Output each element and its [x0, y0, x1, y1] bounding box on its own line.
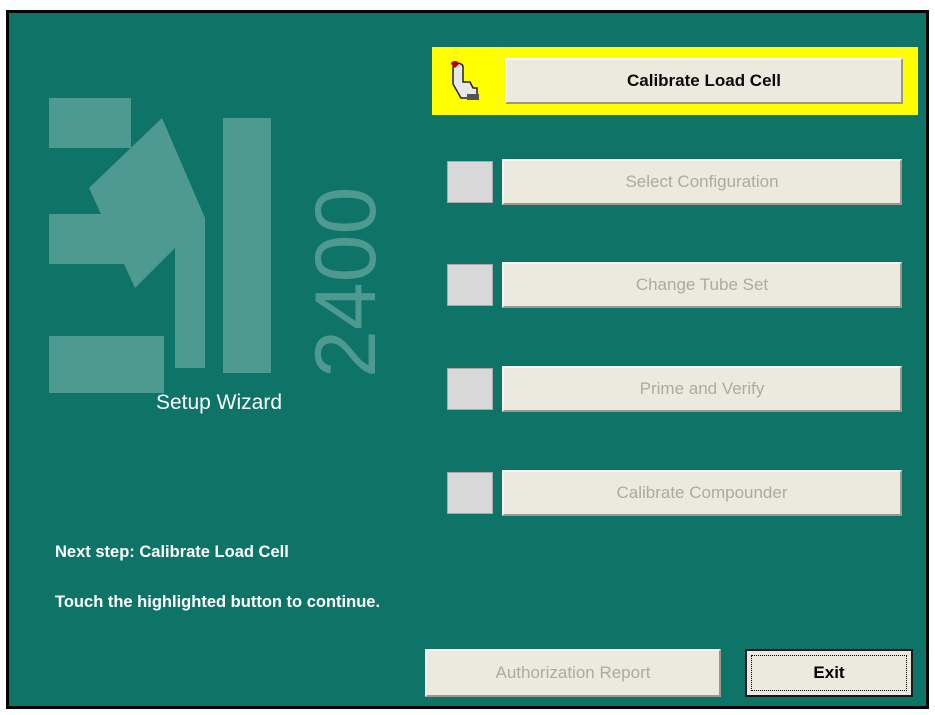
- select-configuration-label: Select Configuration: [625, 172, 779, 191]
- step-indicator: [447, 161, 493, 203]
- step-indicator: [447, 368, 493, 410]
- instruction-text: Touch the highlighted button to continue…: [55, 593, 381, 611]
- change-tube-set-label: Change Tube Set: [635, 275, 769, 294]
- authorization-report-label: Authorization Report: [495, 663, 651, 682]
- authorization-report-button[interactable]: Authorization Report: [425, 649, 721, 697]
- calibrate-load-cell-button[interactable]: Calibrate Load Cell: [505, 58, 903, 104]
- wizard-title: Setup Wizard: [155, 391, 283, 414]
- logo-mark-text: 2400: [298, 187, 394, 378]
- change-tube-set-button[interactable]: Change Tube Set: [502, 262, 902, 308]
- pointing-hand-icon: [443, 58, 489, 102]
- prime-and-verify-label: Prime and Verify: [639, 379, 765, 398]
- step-indicator: [447, 472, 493, 514]
- calibrate-compounder-button[interactable]: Calibrate Compounder: [502, 470, 902, 516]
- active-step-highlight: Calibrate Load Cell: [432, 47, 918, 115]
- next-step-text: Next step: Calibrate Load Cell: [55, 543, 289, 561]
- select-configuration-button[interactable]: Select Configuration: [502, 159, 902, 205]
- exit-button[interactable]: Exit: [745, 649, 913, 697]
- calibrate-load-cell-label: Calibrate Load Cell: [627, 71, 781, 90]
- prime-and-verify-button[interactable]: Prime and Verify: [502, 366, 902, 412]
- em2400-logo: 2400: [49, 98, 394, 393]
- step-indicator: [447, 264, 493, 306]
- setup-wizard-window: 2400 Setup Wizard Calibrate Load Cell Se…: [6, 10, 929, 709]
- calibrate-compounder-label: Calibrate Compounder: [616, 483, 788, 502]
- focus-rectangle: [751, 655, 907, 691]
